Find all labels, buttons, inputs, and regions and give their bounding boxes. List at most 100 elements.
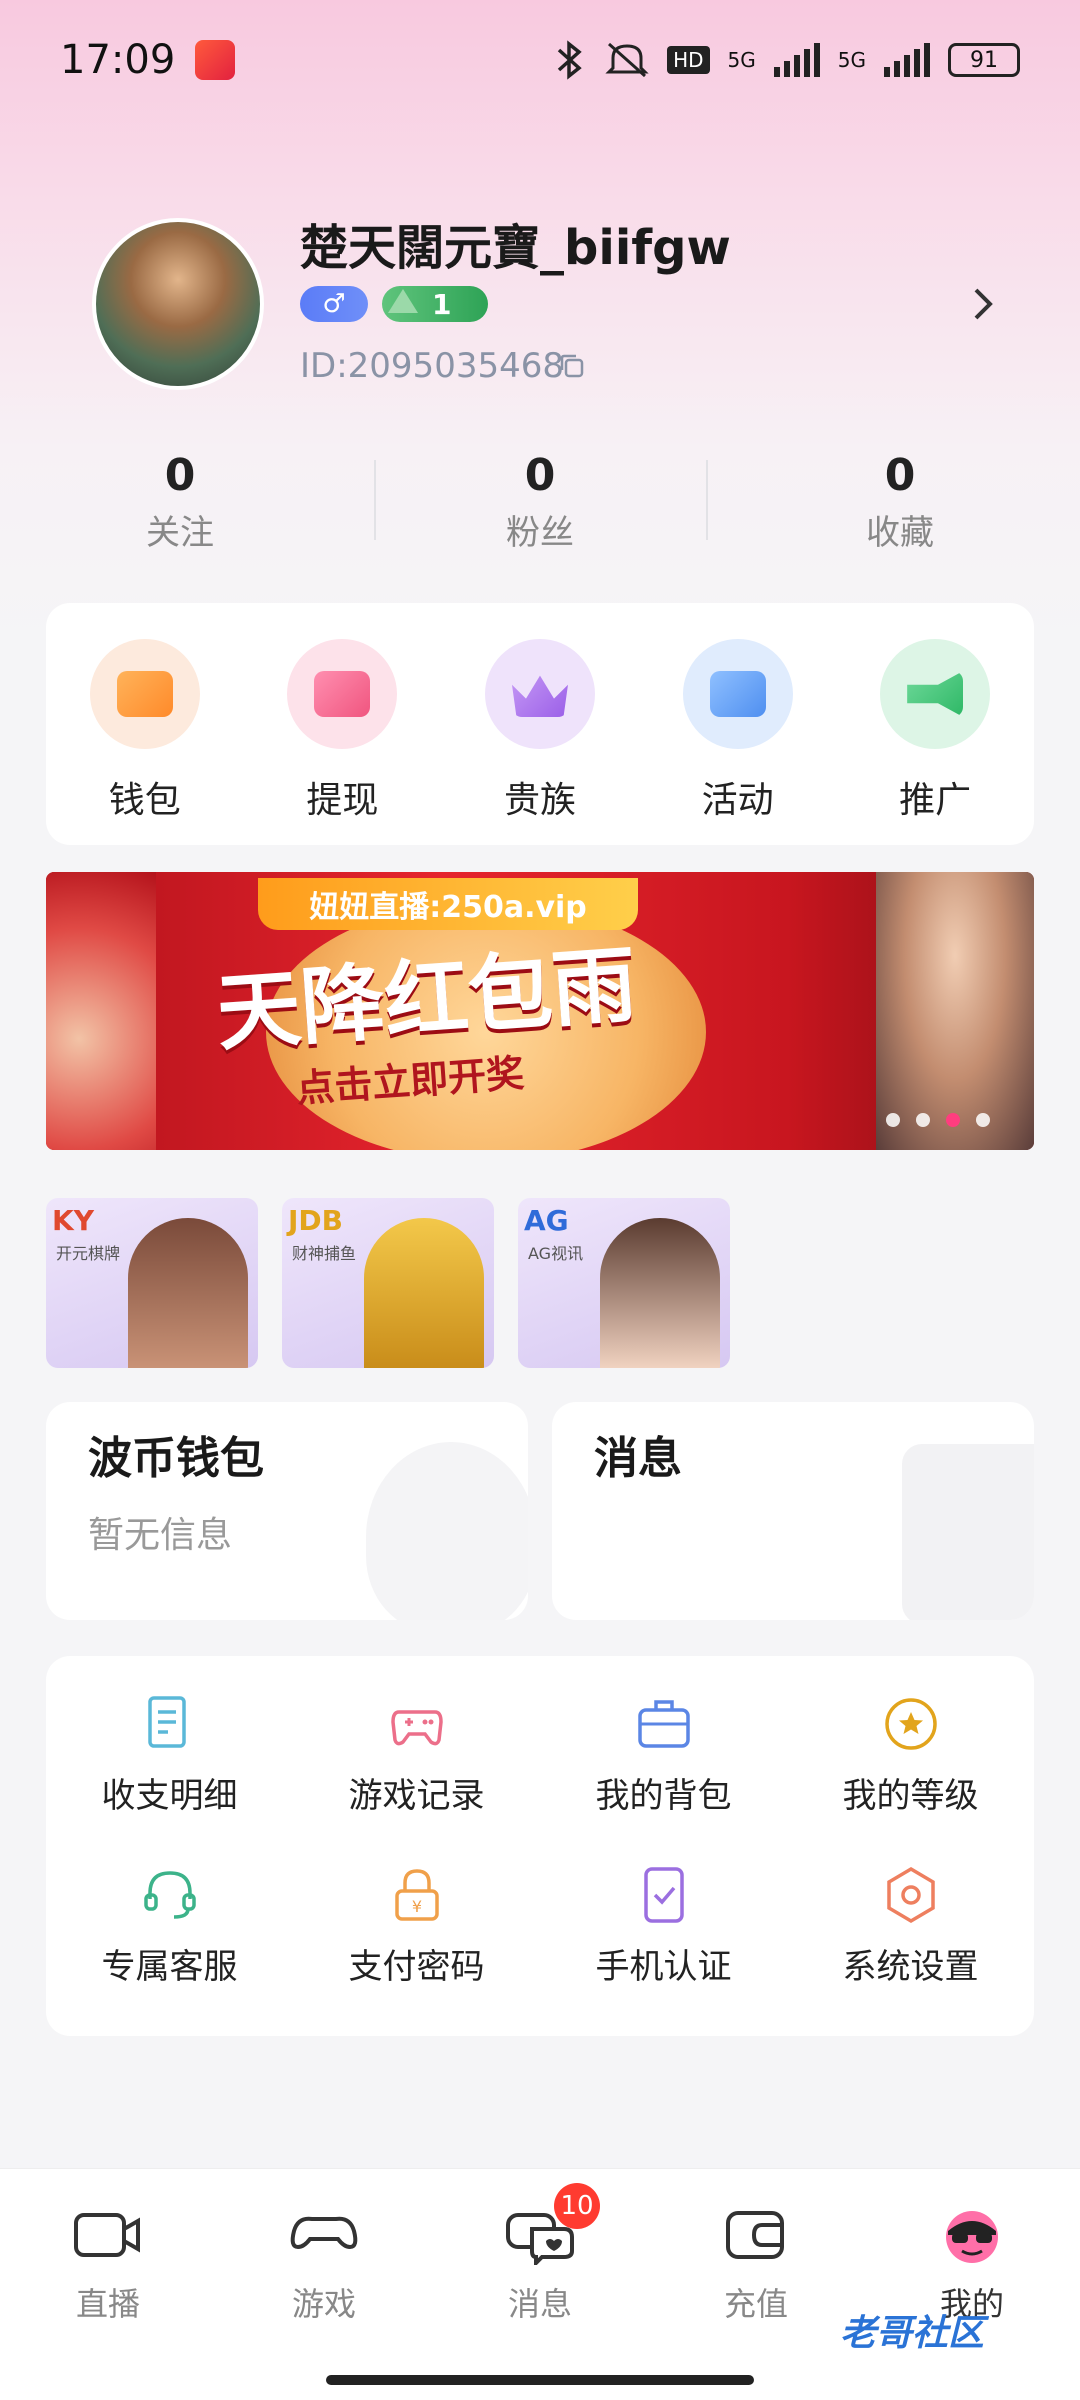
tab-live[interactable]: 直播 xyxy=(0,2169,216,2358)
pagination-dot[interactable] xyxy=(886,1113,900,1127)
quick-action-noble[interactable]: 贵族 xyxy=(441,639,639,845)
bluetooth-icon xyxy=(557,40,582,80)
quick-action-label: 提现 xyxy=(306,780,379,821)
network-label-2: 5G xyxy=(837,48,866,72)
stat-favorites[interactable]: 0 收藏 xyxy=(720,450,1080,560)
tool-customer-service[interactable]: 专属客服 xyxy=(46,1863,293,1988)
tool-label: 专属客服 xyxy=(101,1947,238,1987)
lock-icon: ¥ xyxy=(394,1869,439,1921)
home-indicator[interactable] xyxy=(326,2375,754,2385)
phone-check-icon xyxy=(643,1867,684,1923)
wallet-icon xyxy=(89,639,200,749)
game-caption: AG视讯 xyxy=(528,1244,584,1263)
copy-icon[interactable] xyxy=(558,352,586,380)
quick-action-withdraw[interactable]: 提现 xyxy=(244,639,442,845)
camera-icon xyxy=(74,2213,140,2257)
quick-actions-card: 钱包 提现 贵族 活动 推广 xyxy=(46,603,1034,845)
stat-value: 0 xyxy=(884,450,916,501)
stat-label: 收藏 xyxy=(866,513,934,553)
banner-pagination xyxy=(886,1113,990,1127)
gender-badge: ♂ xyxy=(300,286,368,322)
user-id: ID:2095035468 xyxy=(300,346,564,386)
avatar[interactable] xyxy=(92,218,264,390)
tool-label: 游戏记录 xyxy=(348,1776,485,1816)
quick-action-events[interactable]: 活动 xyxy=(639,639,837,845)
banner-model-image xyxy=(876,872,1034,1150)
status-bar: 17:09 HD 5G 5G 91 xyxy=(0,0,1080,120)
game-tile-ky[interactable]: KY 开元棋牌 xyxy=(46,1198,258,1368)
tool-label: 我的等级 xyxy=(842,1776,979,1816)
username: 楚天闊元寶_biifgw xyxy=(300,220,731,276)
tool-transactions[interactable]: 收支明细 xyxy=(46,1692,293,1817)
megaphone-icon xyxy=(880,639,991,749)
tool-backpack[interactable]: 我的背包 xyxy=(540,1692,787,1817)
profile-icon xyxy=(946,2211,998,2263)
headset-icon xyxy=(143,1871,196,1919)
tools-grid: 收支明细 游戏记录 我的背包 我的等级 专属客服 ¥ 支付密码 手机认证 系统设… xyxy=(46,1692,1034,1988)
game-logo: AG xyxy=(524,1204,569,1237)
tab-games[interactable]: 游戏 xyxy=(216,2169,432,2358)
stat-fans[interactable]: 0 粉丝 xyxy=(360,450,720,560)
quick-action-wallet[interactable]: 钱包 xyxy=(46,639,244,845)
tool-my-level[interactable]: 我的等级 xyxy=(787,1692,1034,1817)
network-label-1: 5G xyxy=(727,48,756,72)
stat-label: 关注 xyxy=(146,513,214,553)
star-icon xyxy=(884,1698,937,1750)
game-logo: KY xyxy=(52,1204,94,1237)
stat-following[interactable]: 0 关注 xyxy=(0,450,360,560)
tab-messages[interactable]: 消息 10 xyxy=(432,2169,648,2358)
controller-icon xyxy=(290,2216,358,2250)
bag-icon xyxy=(637,1700,690,1748)
game-logo: JDB xyxy=(288,1204,344,1237)
promo-banner[interactable]: 妞妞直播:250a.vip 天降红包雨 点击立即开奖 xyxy=(46,872,1034,1150)
tool-system-settings[interactable]: 系统设置 xyxy=(787,1863,1034,1988)
withdraw-icon xyxy=(287,639,398,749)
pagination-dot[interactable] xyxy=(916,1113,930,1127)
game-providers: KY 开元棋牌 JDB 财神捕鱼 AG AG视讯 xyxy=(46,1198,730,1368)
gift-icon xyxy=(682,639,793,749)
pagination-dot[interactable] xyxy=(976,1113,990,1127)
tools-card: 收支明细 游戏记录 我的背包 我的等级 专属客服 ¥ 支付密码 手机认证 系统设… xyxy=(46,1656,1034,2036)
watermark-text: 老哥社区 xyxy=(840,2313,985,2354)
money-bag-icon xyxy=(366,1442,528,1620)
banner-decoration xyxy=(46,872,156,1150)
game-tile-jdb[interactable]: JDB 财神捕鱼 xyxy=(282,1198,494,1368)
level-gem-icon xyxy=(388,289,418,313)
tab-label: 消息 xyxy=(507,2285,572,2323)
game-image xyxy=(600,1218,720,1368)
hd-indicator: HD xyxy=(667,46,710,74)
svg-text:¥: ¥ xyxy=(411,1897,421,1916)
mute-icon xyxy=(605,42,649,78)
game-image xyxy=(364,1218,484,1368)
level-number: 1 xyxy=(432,287,452,321)
game-caption: 财神捕鱼 xyxy=(292,1244,357,1263)
quick-action-promote[interactable]: 推广 xyxy=(836,639,1034,845)
message-card-title: 消息 xyxy=(594,1433,682,1484)
tool-game-records[interactable]: 游戏记录 xyxy=(293,1692,540,1817)
game-caption: 开元棋牌 xyxy=(56,1244,121,1263)
tool-payment-password[interactable]: ¥ 支付密码 xyxy=(293,1863,540,1988)
stat-value: 0 xyxy=(524,450,556,501)
pagination-dot-active[interactable] xyxy=(946,1113,960,1127)
message-count-badge: 10 xyxy=(554,2183,600,2229)
wallet-card[interactable]: 波币钱包 暂无信息 xyxy=(46,1402,528,1620)
tool-phone-verification[interactable]: 手机认证 xyxy=(540,1863,787,1988)
level-badge: 1 xyxy=(382,286,488,322)
stat-divider xyxy=(706,460,708,540)
quick-action-label: 活动 xyxy=(701,780,774,821)
signal-icon-2 xyxy=(884,43,930,77)
tab-label: 游戏 xyxy=(291,2285,356,2323)
quick-action-label: 贵族 xyxy=(503,780,576,821)
document-icon xyxy=(147,1696,186,1748)
message-card[interactable]: 消息 xyxy=(552,1402,1034,1620)
tab-recharge[interactable]: 充值 xyxy=(648,2169,864,2358)
app-notification-icon xyxy=(195,40,236,80)
game-tile-ag[interactable]: AG AG视讯 xyxy=(518,1198,730,1368)
quick-action-label: 推广 xyxy=(899,780,972,821)
signal-icon-1 xyxy=(773,43,820,77)
tool-label: 系统设置 xyxy=(842,1947,979,1987)
wallet-card-subtitle: 暂无信息 xyxy=(88,1515,233,1556)
wallet-tab-icon xyxy=(726,2211,784,2259)
status-icons: HD 5G 5G 91 xyxy=(553,40,1020,80)
chevron-right-icon[interactable] xyxy=(968,284,998,324)
